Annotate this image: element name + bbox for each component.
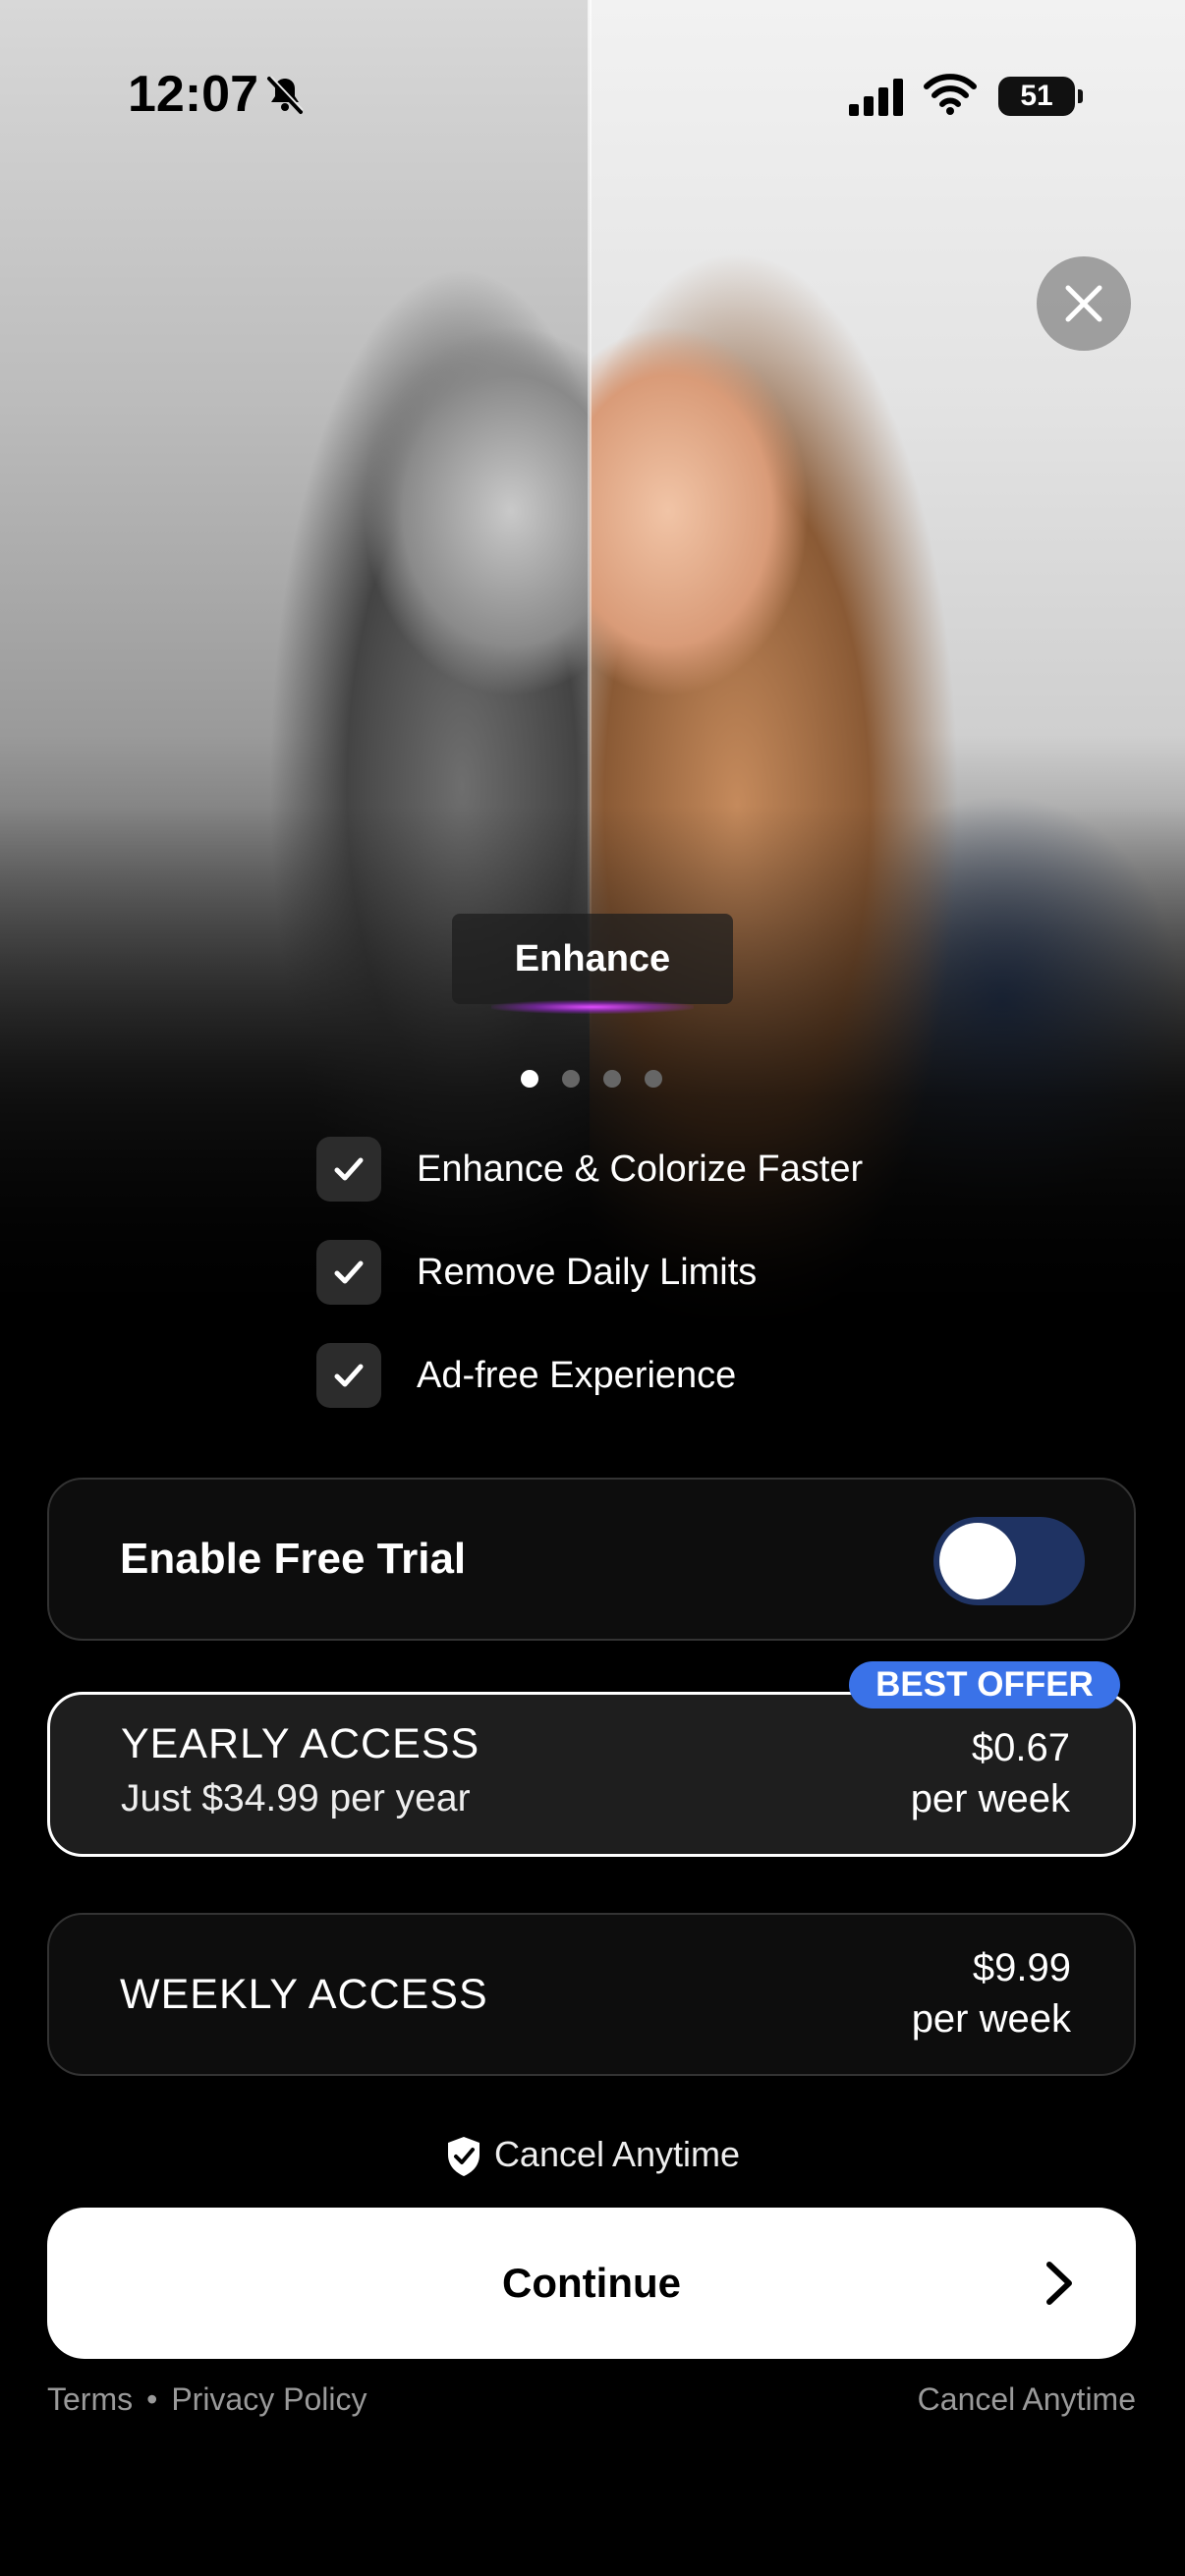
feature-item: Ad-free Experience bbox=[316, 1343, 863, 1408]
before-after-hero[interactable] bbox=[0, 0, 1185, 1336]
battery-indicator: 51 bbox=[998, 77, 1083, 116]
checkmark-icon bbox=[316, 1343, 381, 1408]
cellular-signal-icon bbox=[849, 79, 903, 116]
status-time: 12:07 bbox=[128, 66, 258, 123]
yearly-plan-price-block: $0.67 per week bbox=[911, 1722, 1070, 1824]
yearly-plan-card[interactable]: YEARLY ACCESS Just $34.99 per year $0.67… bbox=[47, 1692, 1136, 1857]
continue-label: Continue bbox=[502, 2260, 681, 2306]
weekly-plan-price-block: $9.99 per week bbox=[912, 1942, 1071, 2044]
close-button[interactable] bbox=[1037, 256, 1131, 351]
weekly-plan-card[interactable]: WEEKLY ACCESS $9.99 per week bbox=[47, 1913, 1136, 2076]
bell-slash-icon bbox=[267, 76, 304, 114]
terms-link[interactable]: Terms bbox=[47, 2381, 133, 2417]
continue-button[interactable]: Continue bbox=[47, 2208, 1136, 2359]
free-trial-label: Enable Free Trial bbox=[120, 1535, 467, 1583]
weekly-plan-price: $9.99 bbox=[972, 1946, 1071, 1989]
page-dot-4[interactable] bbox=[645, 1070, 662, 1088]
wifi-icon bbox=[924, 74, 977, 115]
footer-separator: • bbox=[146, 2381, 158, 2417]
cancel-anytime-link[interactable]: Cancel Anytime bbox=[918, 2381, 1136, 2418]
feature-list: Enhance & Colorize Faster Remove Daily L… bbox=[316, 1137, 863, 1446]
feature-label: Enhance & Colorize Faster bbox=[417, 1148, 864, 1190]
yearly-plan-period: per week bbox=[910, 1777, 1070, 1820]
checkmark-icon bbox=[316, 1137, 381, 1202]
footer-links: Terms • Privacy Policy bbox=[47, 2381, 367, 2418]
feature-label: Ad-free Experience bbox=[417, 1354, 737, 1396]
feature-item: Enhance & Colorize Faster bbox=[316, 1137, 863, 1202]
checkmark-icon bbox=[316, 1240, 381, 1305]
privacy-policy-link[interactable]: Privacy Policy bbox=[171, 2381, 367, 2417]
weekly-plan-period: per week bbox=[911, 1997, 1071, 2041]
free-trial-card[interactable]: Enable Free Trial bbox=[47, 1478, 1136, 1641]
yearly-plan-subtitle: Just $34.99 per year bbox=[121, 1777, 471, 1820]
page-indicator[interactable] bbox=[521, 1070, 662, 1088]
chevron-right-icon bbox=[1046, 2262, 1072, 2305]
feature-label: Remove Daily Limits bbox=[417, 1251, 758, 1293]
page-dot-1[interactable] bbox=[521, 1070, 538, 1088]
page-dot-3[interactable] bbox=[603, 1070, 621, 1088]
weekly-plan-title: WEEKLY ACCESS bbox=[120, 1971, 488, 2018]
tab-glow-indicator bbox=[491, 1000, 694, 1014]
feature-item: Remove Daily Limits bbox=[316, 1240, 863, 1305]
best-offer-badge: BEST OFFER bbox=[849, 1661, 1120, 1708]
cancel-anytime-note: Cancel Anytime bbox=[0, 2134, 1185, 2178]
free-trial-toggle[interactable] bbox=[933, 1517, 1085, 1605]
toggle-knob bbox=[939, 1523, 1016, 1599]
feature-tab-label: Enhance bbox=[452, 914, 733, 1004]
close-icon bbox=[1065, 285, 1102, 322]
page-dot-2[interactable] bbox=[562, 1070, 580, 1088]
cancel-anytime-label: Cancel Anytime bbox=[493, 2134, 741, 2174]
yearly-plan-price: $0.67 bbox=[971, 1726, 1070, 1769]
yearly-plan-title: YEARLY ACCESS bbox=[121, 1720, 480, 1767]
shield-check-icon bbox=[447, 2137, 480, 2177]
